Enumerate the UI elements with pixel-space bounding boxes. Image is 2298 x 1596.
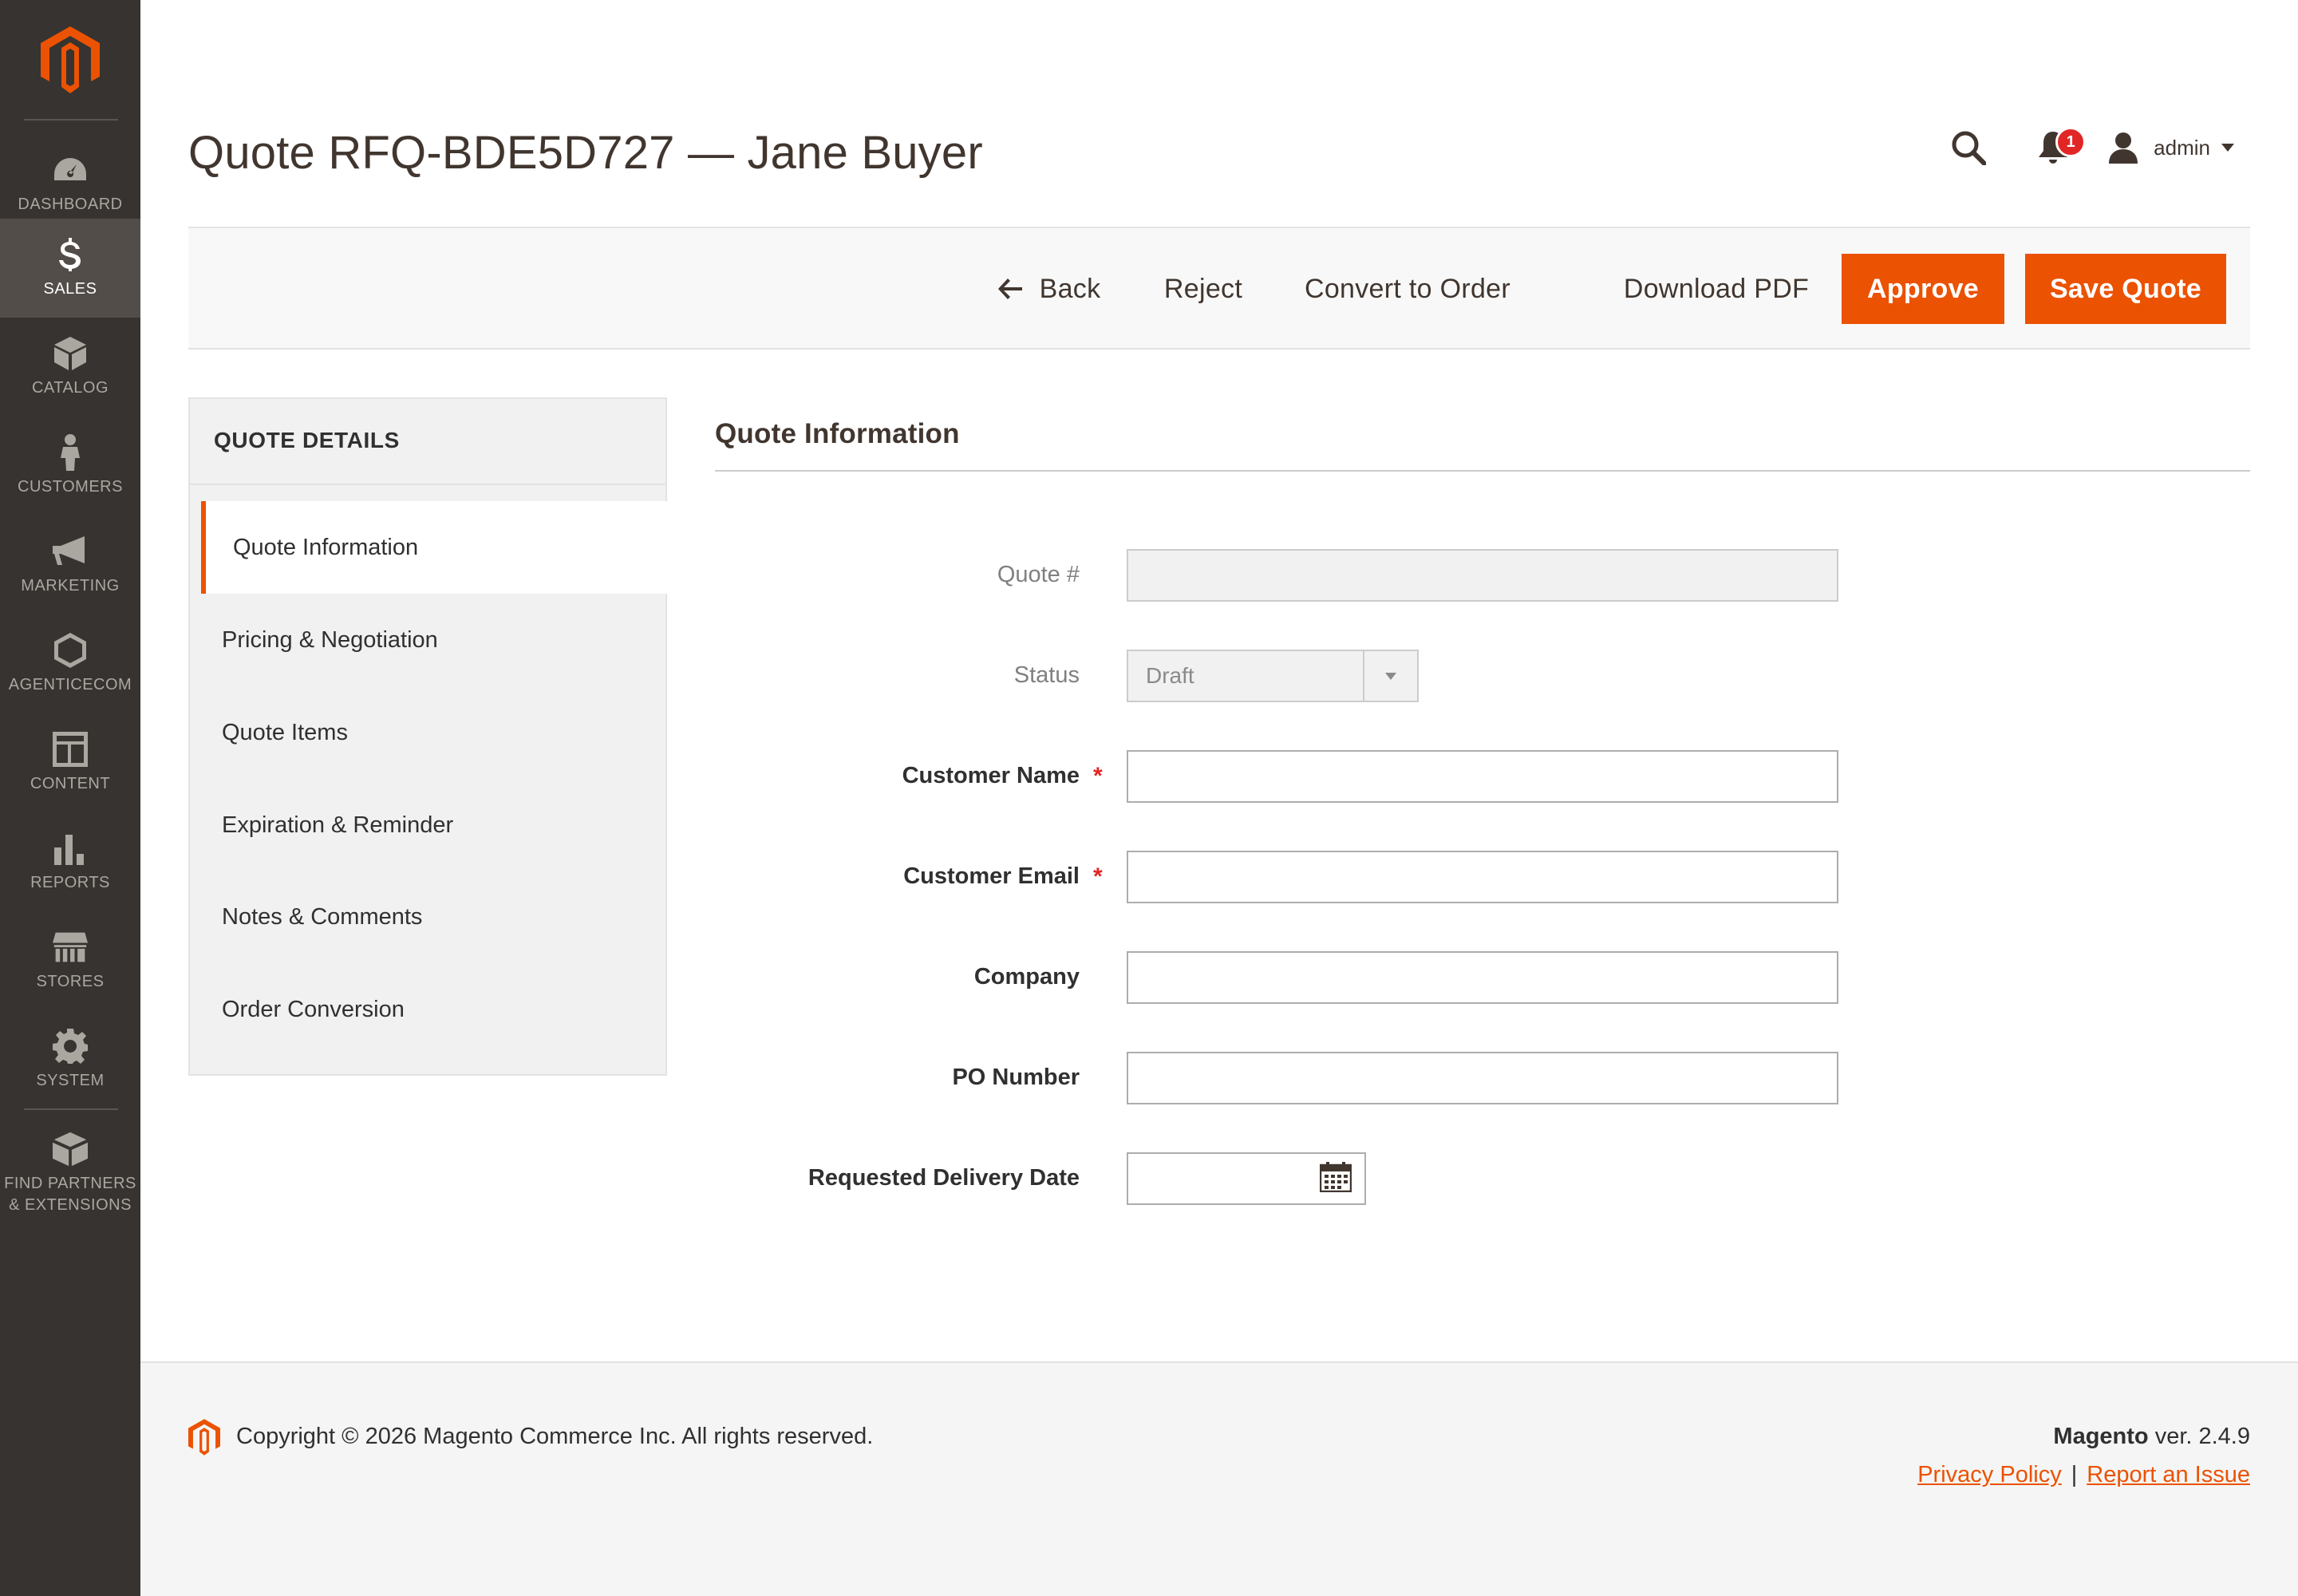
calendar-icon[interactable]: [1319, 1161, 1352, 1196]
report-issue-link[interactable]: Report an Issue: [2087, 1462, 2250, 1487]
footer-links: Privacy Policy | Report an Issue: [1917, 1462, 2250, 1488]
tabs-divider: [190, 484, 665, 485]
sidebar-item-agenticecom[interactable]: AGENTICECOM: [0, 614, 140, 713]
global-search-button[interactable]: [1946, 125, 1991, 170]
admin-sidebar: DASHBOARD SALES CATALOG CUSTOMERS MARKET…: [0, 0, 140, 1596]
arrow-left-icon: [997, 279, 1022, 299]
version-number: ver. 2.4.9: [2148, 1424, 2250, 1449]
sidebar-item-catalog[interactable]: CATALOG: [0, 318, 140, 417]
status-select-value: Draft: [1146, 663, 1194, 688]
layout-icon: [53, 731, 88, 767]
sidebar-item-label: DASHBOARD: [18, 195, 123, 213]
save-quote-button[interactable]: Save Quote: [2025, 254, 2226, 324]
tabs-title: QUOTE DETAILS: [214, 428, 400, 452]
quote-number-label: Quote #: [997, 562, 1080, 587]
brand-name: Magento: [2053, 1424, 2149, 1449]
page-title: Quote RFQ-BDE5D727 — Jane Buyer: [188, 127, 983, 179]
sidebar-divider: [24, 119, 118, 120]
section-title: Quote Information: [715, 418, 960, 449]
chevron-down-icon: [1363, 651, 1417, 701]
privacy-policy-link[interactable]: Privacy Policy: [1917, 1462, 2062, 1487]
delivery-date-label: Requested Delivery Date: [807, 1165, 1080, 1191]
back-button[interactable]: Back: [973, 254, 1125, 324]
header-actions: 1 admin: [1946, 125, 2234, 170]
sidebar-item-customers[interactable]: CUSTOMERS: [0, 417, 140, 516]
notification-count-badge: 1: [2055, 127, 2087, 157]
search-icon: [1952, 131, 1987, 165]
cube-icon: [53, 336, 88, 371]
quote-details-tabs: QUOTE DETAILS Quote Information Pricing …: [188, 397, 667, 1076]
sidebar-item-label: SALES: [43, 279, 97, 298]
delivery-date-field[interactable]: [1127, 1152, 1366, 1205]
boxes-icon: [53, 1132, 88, 1167]
sidebar-divider: [24, 1108, 118, 1110]
sidebar-item-label: SYSTEM: [36, 1071, 105, 1089]
customer-email-field[interactable]: [1127, 851, 1838, 903]
admin-user-menu[interactable]: admin: [2107, 132, 2234, 164]
hexagon-icon: [53, 632, 88, 668]
po-number-field[interactable]: [1127, 1052, 1838, 1104]
gear-icon: [53, 1028, 88, 1064]
customer-email-label: Customer Email: [903, 863, 1080, 889]
reject-button[interactable]: Reject: [1147, 254, 1259, 324]
status-select: Draft: [1127, 650, 1419, 702]
customer-name-field[interactable]: [1127, 750, 1838, 803]
required-indicator: *: [1093, 863, 1103, 890]
sidebar-item-label: CONTENT: [30, 774, 111, 792]
magento-logo[interactable]: [0, 0, 140, 120]
customer-name-label: Customer Name: [902, 763, 1080, 788]
link-separator: |: [2071, 1462, 2078, 1487]
tab-pricing-negotiation[interactable]: Pricing & Negotiation: [190, 594, 665, 686]
tab-quote-information[interactable]: Quote Information: [201, 501, 667, 594]
admin-user-name: admin: [2154, 135, 2210, 160]
required-indicator: *: [1093, 763, 1103, 789]
quote-number-field: [1127, 549, 1838, 602]
notifications-button[interactable]: 1: [2029, 125, 2087, 170]
tab-notes-comments[interactable]: Notes & Comments: [190, 871, 665, 963]
sidebar-item-reports[interactable]: REPORTS: [0, 812, 140, 911]
back-button-label: Back: [1039, 273, 1101, 304]
sidebar-item-label: CUSTOMERS: [18, 477, 123, 496]
convert-to-order-button[interactable]: Convert to Order: [1280, 254, 1535, 324]
approve-button[interactable]: Approve: [1842, 254, 2004, 324]
company-field[interactable]: [1127, 951, 1838, 1004]
sidebar-item-label: AGENTICECOM: [8, 675, 132, 693]
sidebar-item-label: MARKETING: [21, 576, 120, 595]
bar-chart-icon: [53, 831, 88, 866]
sidebar-item-label: REPORTS: [30, 873, 110, 891]
magento-logo-icon: [188, 1419, 220, 1460]
megaphone-icon: [53, 534, 88, 569]
sidebar-item-marketing[interactable]: MARKETING: [0, 516, 140, 614]
person-icon: [53, 433, 88, 471]
sidebar-item-label: STORES: [36, 972, 105, 990]
dollar-icon: [53, 237, 88, 272]
page-footer: Copyright © 2026 Magento Commerce Inc. A…: [140, 1361, 2298, 1596]
gauge-icon: [53, 152, 88, 188]
sidebar-item-stores[interactable]: STORES: [0, 911, 140, 1010]
sidebar-item-sales[interactable]: SALES: [0, 219, 140, 318]
tab-quote-items[interactable]: Quote Items: [190, 686, 665, 779]
copyright-text: Copyright © 2026 Magento Commerce Inc. A…: [236, 1424, 874, 1449]
user-icon: [2109, 132, 2138, 164]
sidebar-item-find-partners[interactable]: FIND PARTNERS & EXTENSIONS: [0, 1114, 140, 1234]
tab-order-conversion[interactable]: Order Conversion: [190, 963, 665, 1056]
sidebar-item-label: FIND PARTNERS & EXTENSIONS: [4, 1175, 136, 1214]
po-number-label: PO Number: [952, 1065, 1080, 1090]
sidebar-item-system[interactable]: SYSTEM: [0, 1010, 140, 1109]
magento-logo-icon: [41, 26, 100, 93]
chevron-down-icon: [2221, 144, 2234, 152]
page-actions-toolbar: Back Reject Convert to Order Download PD…: [188, 227, 2250, 350]
sidebar-item-content[interactable]: CONTENT: [0, 713, 140, 812]
download-pdf-button[interactable]: Download PDF: [1601, 254, 1832, 324]
status-label: Status: [1013, 662, 1080, 688]
version-info: Magento ver. 2.4.9: [2053, 1424, 2250, 1450]
company-label: Company: [973, 964, 1080, 990]
tab-expiration-reminder[interactable]: Expiration & Reminder: [190, 779, 665, 871]
section-divider: [715, 470, 2250, 472]
sidebar-item-label: CATALOG: [31, 378, 109, 397]
storefront-icon: [53, 930, 88, 965]
